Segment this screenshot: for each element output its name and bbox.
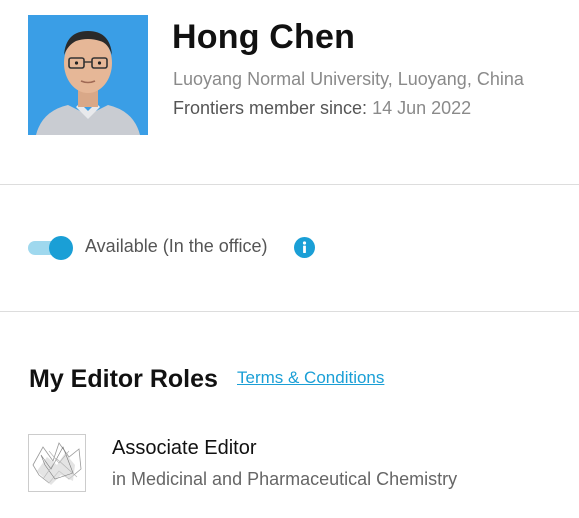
profile-affiliation: Luoyang Normal University, Luoyang, Chin…	[173, 69, 524, 89]
avatar	[28, 15, 148, 135]
toggle-knob	[49, 236, 73, 260]
availability-toggle[interactable]	[28, 236, 74, 260]
terms-conditions-link[interactable]: Terms & Conditions	[237, 368, 384, 388]
role-journal: in Medicinal and Pharmaceutical Chemistr…	[112, 469, 458, 489]
profile-page: Hong Chen Luoyang Normal University, Luo…	[0, 0, 579, 518]
profile-name: Hong Chen	[172, 18, 356, 56]
editor-roles-heading: My Editor Roles	[29, 365, 218, 393]
divider	[0, 311, 579, 312]
role-title: Associate Editor	[112, 437, 257, 459]
profile-photo-icon	[28, 15, 148, 135]
divider	[0, 184, 579, 185]
member-since: Frontiers member since: 14 Jun 2022	[173, 98, 471, 119]
info-icon[interactable]	[294, 237, 315, 258]
member-since-label: Frontiers member since:	[173, 98, 368, 118]
member-since-date: 14 Jun 2022	[372, 98, 472, 118]
journal-thumbnail-icon	[28, 434, 86, 492]
availability-label: Available (In the office)	[85, 236, 268, 256]
